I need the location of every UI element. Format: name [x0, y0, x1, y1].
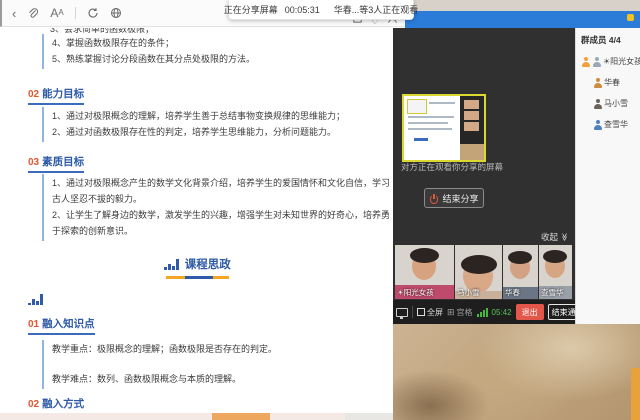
toolbar-divider [75, 7, 76, 19]
doc-topic-header-method: 02融入方式 [28, 396, 84, 413]
member-row[interactable]: 华春 [576, 77, 640, 88]
video-tile[interactable]: 马小雪 [455, 245, 502, 299]
doc-topic-paragraphs: 教学重点：极限概念的理解；函数极限是否存在的判定。 教学难点：数列、函数极限概念… [42, 340, 390, 389]
member-list-title: 群成员 4/4 [576, 28, 640, 46]
doc-section-header-quality: 03素质目标 [28, 154, 84, 173]
video-thumbnail-row: ☀阳光女孩 马小雪 华春 查雪华 [395, 245, 573, 299]
collapse-chevron-icon: ≫ [560, 233, 568, 241]
participant-face [545, 254, 565, 278]
share-status-text: 正在分享屏幕 [224, 3, 278, 16]
back-chevron-icon[interactable]: ‹ [12, 7, 16, 20]
video-tile[interactable]: ☀阳光女孩 [395, 245, 454, 299]
avatar [593, 99, 602, 109]
titlebar-notification-icon [627, 14, 634, 21]
doc-list-item: 2、通过对函数极限存在性的判定，培养学生思维能力，分析问题能力。 [52, 124, 390, 140]
grid-icon: ⊞ [447, 307, 455, 318]
doc-list-item: 5、熟练掌握讨论分段函数在其分点处极限的方法。 [52, 51, 390, 67]
fullscreen-button[interactable]: 全屏 [417, 307, 443, 318]
meeting-window-titlebar [405, 11, 640, 28]
doc-knowledge-goal-list: 4、掌握函数极限存在的条件； 5、熟练掌握讨论分段函数在其分点处极限的方法。 [42, 34, 390, 69]
bar-chart-icon [164, 259, 179, 270]
shared-document: 3、会求简单的函数极限； 4、掌握函数极限存在的条件； 5、熟练掌握讨论分段函数… [2, 28, 393, 413]
avatar [593, 120, 602, 130]
fullscreen-icon [417, 308, 425, 316]
doc-list-item: 2、让学生了解身边的数学，激发学生的兴趣，增强学生对未知世界的好奇心，培养勇于探… [52, 207, 390, 239]
refresh-icon[interactable] [87, 7, 99, 19]
camera-feed-edge [631, 368, 640, 420]
member-list-panel: 群成员 4/4 ☀阳光女孩 华春 马小雪 查雪华 [575, 28, 640, 324]
chapter-underline [2, 276, 393, 279]
taskbar-edge [0, 413, 393, 420]
taskbar-segment [212, 413, 270, 420]
doc-paragraph: 教学难点：数列、函数极限概念与本质的理解。 [52, 371, 390, 387]
member-name: ☀阳光女孩 [603, 56, 640, 67]
member-row[interactable]: 马小雪 [576, 98, 640, 109]
doc-topic-header-knowledge: 01融入知识点 [28, 316, 95, 335]
share-timer: 00:05:31 [285, 5, 320, 15]
screen-share-banner: 正在分享屏幕 00:05:31 华春...等3人正在观看 [228, 0, 414, 20]
doc-list-item: 4、掌握函数极限存在的条件； [52, 35, 390, 51]
member-row[interactable]: ☀阳光女孩 [576, 56, 640, 67]
chapter-title: 课程思政 [185, 256, 231, 272]
meeting-toolbar: 全屏 ⊞ 宫格 05:42 退出 结束通... [393, 300, 575, 324]
participant-face [510, 255, 530, 279]
video-tile[interactable]: 华春 [503, 245, 538, 299]
exit-button[interactable]: 退出 [516, 304, 544, 320]
font-size-icon[interactable]: AA [50, 7, 63, 19]
video-name-label: ☀阳光女孩 [397, 287, 434, 298]
grid-view-button[interactable]: ⊞ 宫格 [447, 307, 473, 318]
preview-meeting-column [460, 96, 484, 160]
shared-screen-preview [402, 94, 486, 162]
self-camera-feed-dog [393, 324, 640, 420]
call-duration: 05:42 [492, 308, 512, 317]
member-row[interactable]: 查雪华 [576, 119, 640, 130]
watching-status-text: 对方正在观看你分享的屏幕 [401, 161, 573, 173]
member-name: 马小雪 [604, 98, 628, 109]
monitor-icon [396, 308, 408, 317]
desktop-edge [405, 0, 640, 11]
preview-nested-thumbnail [407, 99, 427, 114]
end-share-button[interactable]: 结束分享 [424, 188, 484, 208]
doc-list-item: 1、通过对极限概念产生的数学文化背景介绍，培养学生的爱国情怀和文化自信，学习古人… [52, 175, 390, 207]
video-tile[interactable]: 查雪华 [539, 245, 572, 299]
video-name-label: 华春 [505, 287, 520, 298]
member-name: 查雪华 [604, 119, 628, 130]
doc-list-item: 1、通过对极限概念的理解，培养学生善于总结事物变换规律的思维能力； [52, 108, 390, 124]
doc-chapter-heading: 课程思政 [2, 256, 393, 279]
globe-icon[interactable] [110, 7, 122, 19]
participant-face [412, 252, 436, 280]
doc-ability-goal-list: 1、通过对极限概念的理解，培养学生善于总结事物变换规律的思维能力； 2、通过对函… [42, 107, 390, 142]
doc-quality-goal-list: 1、通过对极限概念产生的数学文化背景介绍，培养学生的爱国情怀和文化自信，学习古人… [42, 174, 390, 241]
host-badge-icon [581, 57, 590, 67]
doc-paragraph: 教学重点：极限概念的理解；函数极限是否存在的判定。 [52, 341, 390, 357]
doc-section-header-ability: 02能力目标 [28, 86, 84, 105]
avatar [592, 57, 601, 67]
member-name: 华春 [604, 77, 620, 88]
taskbar-segment [345, 413, 393, 420]
video-name-label: 查雪华 [541, 287, 564, 298]
power-icon [429, 194, 438, 203]
share-viewers-text: 华春...等3人正在观看 [334, 3, 419, 16]
video-name-label: 马小雪 [457, 287, 480, 298]
signal-bars-icon [477, 308, 488, 317]
collapse-videos-button[interactable]: 收起 ≫ [541, 231, 568, 243]
screen: ‹ AA ♡ [0, 0, 640, 420]
avatar [593, 78, 602, 88]
attach-icon[interactable] [27, 7, 39, 19]
bar-chart-icon [28, 294, 43, 305]
